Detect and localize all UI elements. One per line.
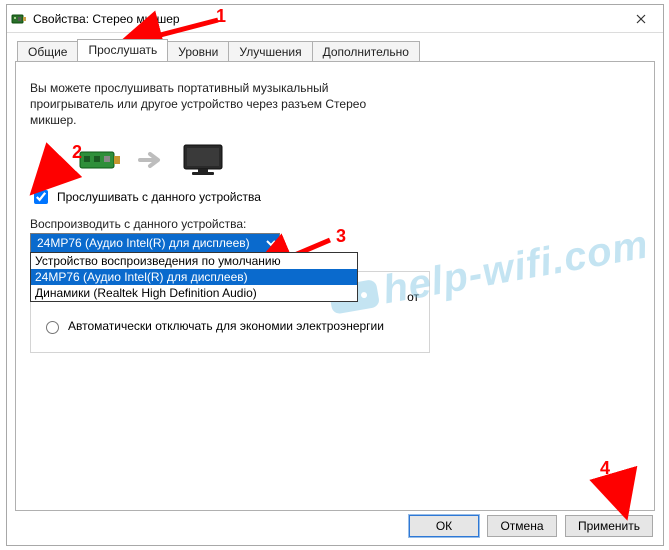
soundcard-icon [78,146,122,174]
apply-button[interactable]: Применить [565,515,653,537]
desc-line: Вы можете прослушивать портативный музык… [30,80,640,96]
listen-checkbox[interactable] [34,190,48,204]
title-bar: Свойства: Стерео микшер [7,5,663,33]
radio-auto-off[interactable] [46,321,59,334]
tab-strip: Общие Прослушать Уровни Улучшения Дополн… [17,39,655,61]
tab-panel-listen: Вы можете прослушивать портативный музык… [15,61,655,511]
listen-checkbox-label: Прослушивать с данного устройства [57,190,261,204]
monitor-icon [182,143,224,177]
tab-enhancements[interactable]: Улучшения [228,41,312,62]
listen-checkbox-row[interactable]: Прослушивать с данного устройства [30,187,640,207]
radio-auto-off-row[interactable]: Автоматически отключать для экономии эле… [41,318,419,334]
cancel-button[interactable]: Отмена [487,515,557,537]
ok-button[interactable]: ОК [409,515,479,537]
sound-device-icon [7,11,31,27]
properties-window: Свойства: Стерео микшер Общие Прослушать… [6,4,664,546]
desc-line: микшер. [30,112,640,128]
arrow-right-icon [138,150,166,170]
tab-general[interactable]: Общие [17,41,78,62]
playback-through-label: Воспроизводить с данного устройства: [30,217,640,231]
listen-description: Вы можете прослушивать портативный музык… [30,80,640,129]
radio-fragment-text: от [407,290,419,304]
content-area: Общие Прослушать Уровни Улучшения Дополн… [7,33,663,519]
radio-auto-off-label: Автоматически отключать для экономии эле… [68,319,384,333]
playback-option-24mp76[interactable]: 24MP76 (Аудио Intel(R) для дисплеев) [31,269,357,285]
playback-device-dropdown-wrap: 24MP76 (Аудио Intel(R) для дисплеев) Уст… [30,233,280,253]
dialog-footer: ОК Отмена Применить [409,515,653,537]
close-button[interactable] [619,5,663,33]
tab-listen[interactable]: Прослушать [77,39,168,61]
device-illustration [78,143,640,177]
tab-levels[interactable]: Уровни [167,41,229,62]
playback-option-default[interactable]: Устройство воспроизведения по умолчанию [31,253,357,269]
playback-device-listbox: Устройство воспроизведения по умолчанию … [30,252,358,302]
window-title: Свойства: Стерео микшер [31,12,619,26]
close-icon [636,14,646,24]
tab-advanced[interactable]: Дополнительно [312,41,420,62]
radio-row-partial: от [403,290,419,304]
playback-option-realtek[interactable]: Динамики (Realtek High Definition Audio) [31,285,357,301]
playback-device-select[interactable]: 24MP76 (Аудио Intel(R) для дисплеев) [30,233,280,253]
desc-line: проигрыватель или другое устройство чере… [30,96,640,112]
